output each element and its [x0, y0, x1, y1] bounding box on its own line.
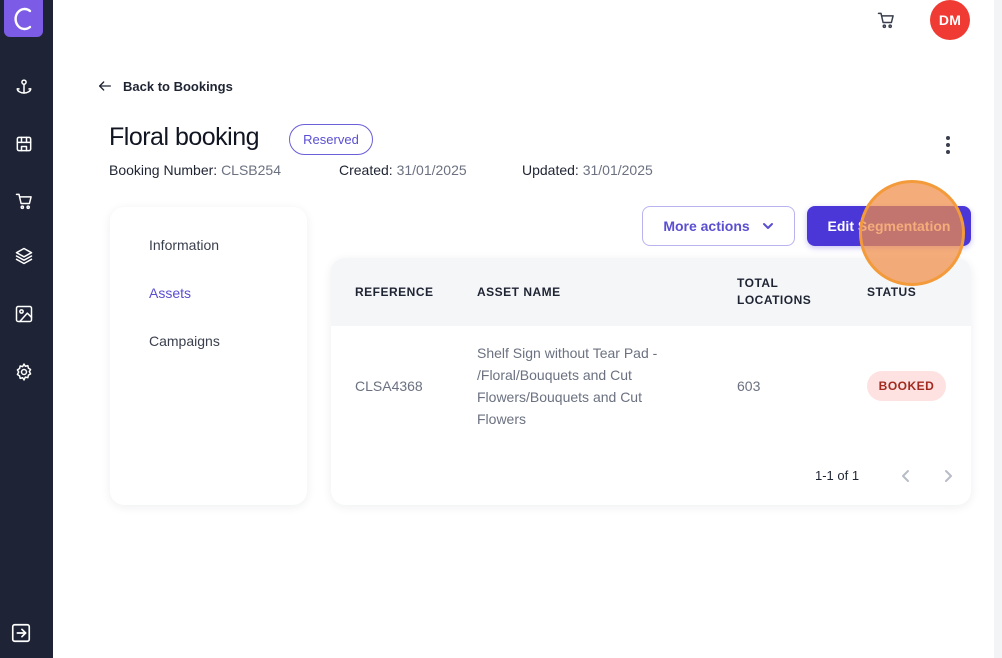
- page-title: Floral booking: [109, 123, 260, 151]
- prev-page-icon[interactable]: [896, 466, 916, 486]
- tab-information[interactable]: Information: [149, 237, 219, 253]
- avatar[interactable]: DM: [930, 0, 970, 40]
- updated-date: Updated: 31/01/2025: [522, 162, 653, 178]
- col-reference: REFERENCE: [355, 285, 434, 299]
- arrow-left-icon: [99, 81, 111, 91]
- col-asset-name: ASSET NAME: [477, 285, 561, 299]
- layers-icon[interactable]: [13, 245, 35, 267]
- assets-table: REFERENCE ASSET NAME TOTAL LOCATIONS STA…: [331, 258, 971, 505]
- cell-reference: CLSA4368: [355, 378, 423, 394]
- tab-campaigns[interactable]: Campaigns: [149, 333, 220, 349]
- logout-icon[interactable]: [10, 622, 32, 644]
- next-page-icon[interactable]: [938, 466, 958, 486]
- image-icon[interactable]: [13, 303, 35, 325]
- col-total-locations: TOTAL LOCATIONS: [737, 276, 812, 307]
- tab-assets[interactable]: Assets: [149, 285, 191, 301]
- more-actions-button[interactable]: More actions: [642, 206, 795, 246]
- table-header: REFERENCE ASSET NAME TOTAL LOCATIONS STA…: [331, 258, 971, 326]
- status-badge: Reserved: [289, 124, 373, 155]
- cell-total-locations: 603: [737, 378, 761, 394]
- booking-number: Booking Number: CLSB254: [109, 162, 281, 178]
- chevron-down-icon: [762, 223, 773, 229]
- kebab-menu-icon[interactable]: [940, 134, 956, 156]
- col-status: STATUS: [867, 285, 917, 299]
- cart-icon[interactable]: [13, 190, 35, 212]
- cell-asset-name: Shelf Sign without Tear Pad - /Floral/Bo…: [477, 345, 658, 427]
- brand-c-logo[interactable]: [4, 0, 43, 37]
- scrollbar-track[interactable]: [994, 0, 1002, 658]
- store-icon[interactable]: [13, 133, 35, 155]
- more-actions-label: More actions: [663, 218, 750, 234]
- edit-segmentation-button[interactable]: Edit Segmentation: [807, 206, 971, 246]
- header-cart-icon[interactable]: [876, 10, 898, 32]
- booked-status-badge: BOOKED: [867, 371, 946, 401]
- back-link-label: Back to Bookings: [123, 78, 233, 94]
- section-menu: Information Assets Campaigns: [110, 207, 307, 505]
- logo-glyph: [13, 7, 31, 30]
- back-to-bookings-link[interactable]: Back to Bookings: [97, 78, 233, 94]
- pagination-text: 1-1 of 1: [815, 468, 860, 483]
- created-date: Created: 31/01/2025: [339, 162, 467, 178]
- gear-icon[interactable]: [13, 361, 35, 383]
- sidebar: [0, 0, 53, 658]
- anchor-icon[interactable]: [13, 77, 35, 99]
